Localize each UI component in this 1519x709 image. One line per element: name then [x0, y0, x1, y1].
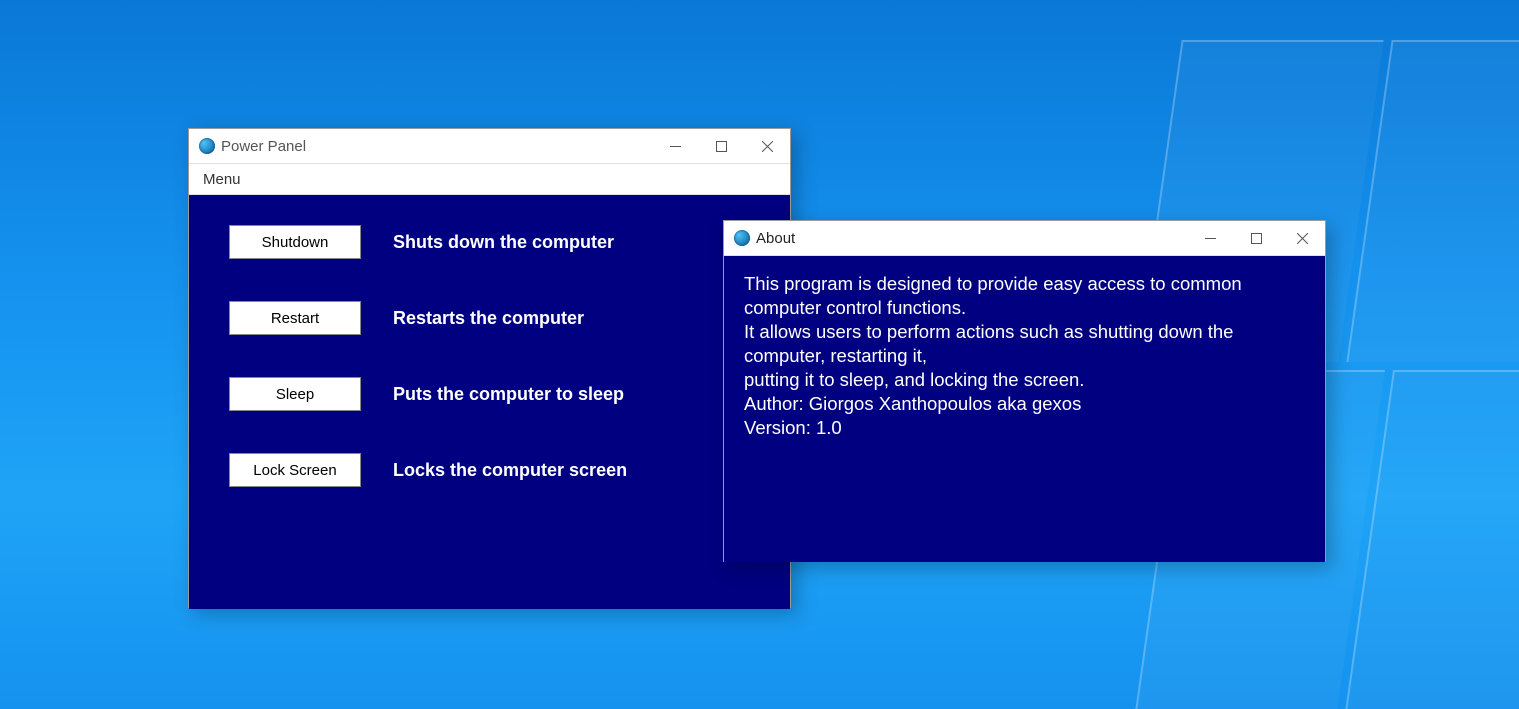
- close-button[interactable]: [744, 129, 790, 163]
- sleep-label: Puts the computer to sleep: [393, 384, 624, 405]
- maximize-button[interactable]: [698, 129, 744, 163]
- shutdown-button[interactable]: Shutdown: [229, 225, 361, 259]
- restart-button[interactable]: Restart: [229, 301, 361, 335]
- close-button[interactable]: [1279, 221, 1325, 255]
- about-text-line: Author: Giorgos Xanthopoulos aka gexos: [744, 392, 1305, 416]
- minimize-button[interactable]: [652, 129, 698, 163]
- about-text-line: putting it to sleep, and locking the scr…: [744, 368, 1305, 392]
- menu-item-menu[interactable]: Menu: [189, 164, 255, 194]
- desktop-background: Power Panel Menu Shutdown Shuts down the…: [0, 0, 1519, 709]
- about-text-line: It allows users to perform actions such …: [744, 320, 1305, 368]
- maximize-button[interactable]: [1233, 221, 1279, 255]
- restart-label: Restarts the computer: [393, 308, 584, 329]
- window-title: Power Panel: [221, 138, 652, 155]
- about-text-line: Version: 1.0: [744, 416, 1305, 440]
- power-panel-window: Power Panel Menu Shutdown Shuts down the…: [188, 128, 791, 608]
- shutdown-label: Shuts down the computer: [393, 232, 614, 253]
- action-row-restart: Restart Restarts the computer: [229, 301, 770, 335]
- action-row-shutdown: Shutdown Shuts down the computer: [229, 225, 770, 259]
- sleep-button[interactable]: Sleep: [229, 377, 361, 411]
- about-text-line: This program is designed to provide easy…: [744, 272, 1305, 320]
- about-window: About This program is designed to provid…: [723, 220, 1326, 562]
- lock-screen-button[interactable]: Lock Screen: [229, 453, 361, 487]
- action-row-lockscreen: Lock Screen Locks the computer screen: [229, 453, 770, 487]
- app-icon: [734, 230, 750, 246]
- about-titlebar[interactable]: About: [724, 221, 1325, 256]
- power-panel-body: Shutdown Shuts down the computer Restart…: [189, 195, 790, 609]
- lock-screen-label: Locks the computer screen: [393, 460, 627, 481]
- about-body: This program is designed to provide easy…: [724, 256, 1325, 562]
- power-panel-titlebar[interactable]: Power Panel: [189, 129, 790, 164]
- app-icon: [199, 138, 215, 154]
- menu-bar: Menu: [189, 164, 790, 195]
- window-controls: [1187, 221, 1325, 255]
- action-row-sleep: Sleep Puts the computer to sleep: [229, 377, 770, 411]
- window-title: About: [756, 230, 1187, 247]
- window-controls: [652, 129, 790, 163]
- minimize-button[interactable]: [1187, 221, 1233, 255]
